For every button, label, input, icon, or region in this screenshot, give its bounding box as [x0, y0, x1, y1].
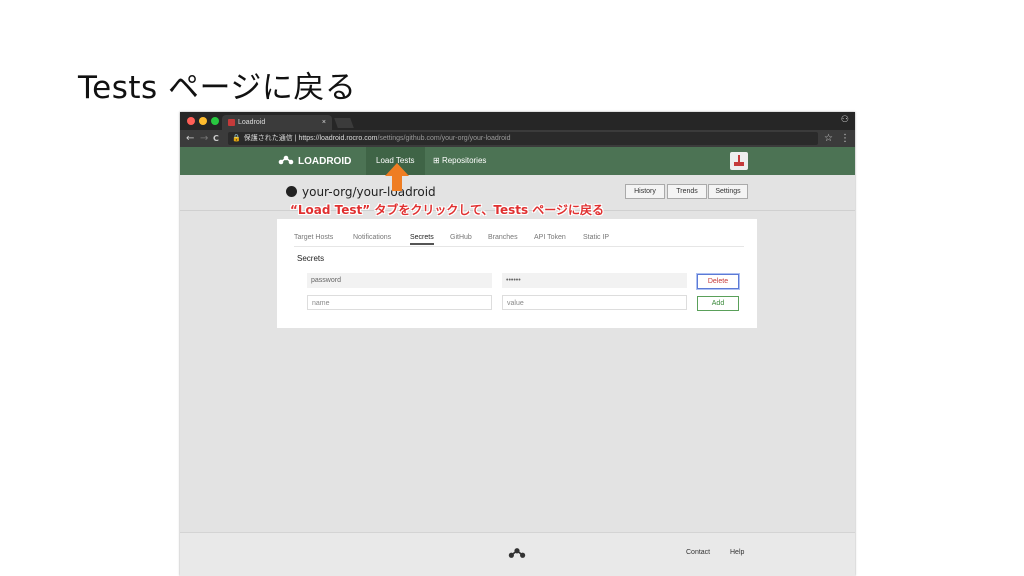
url-host: https://loadroid.rocro.com: [298, 135, 378, 142]
footer-help-link[interactable]: Help: [730, 549, 744, 556]
footer-contact-link[interactable]: Contact: [686, 549, 710, 556]
nav-repositories-label: Repositories: [441, 156, 487, 165]
settings-tabs: Target Hosts Notifications Secrets GitHu…: [294, 234, 744, 247]
annotation-arrow-icon: [385, 163, 409, 191]
github-icon: [286, 186, 297, 197]
browser-titlebar: Loadroid × ⚇: [180, 112, 855, 130]
settings-button[interactable]: Settings: [708, 184, 748, 199]
tab-close-icon[interactable]: ×: [322, 115, 326, 130]
settings-panel: Target Hosts Notifications Secrets GitHu…: [277, 219, 757, 328]
url-separator: |: [294, 135, 297, 142]
new-tab-button[interactable]: [334, 118, 354, 128]
app-navbar: LOADROID Load Tests ⊞ Repositories: [180, 147, 855, 175]
url-path: /settings/github.com/your-org/your-loadr…: [377, 135, 511, 142]
address-toolbar: ← → C 🔒 保護された通信 | https://loadroid.rocro.…: [180, 130, 855, 147]
delete-secret-button[interactable]: Delete: [697, 274, 739, 289]
tab-github[interactable]: GitHub: [450, 234, 472, 241]
avatar-stem: [738, 155, 740, 162]
slide-title: Tests ページに戻る: [78, 70, 357, 106]
browser-window: Loadroid × ⚇ ← → C 🔒 保護された通信 | https://lo…: [180, 112, 855, 576]
repositories-icon: ⊞: [433, 156, 440, 165]
nav-repositories[interactable]: ⊞ Repositories: [433, 147, 486, 175]
brand-name: LOADROID: [298, 156, 352, 167]
loadroid-logo-icon: [278, 155, 294, 165]
trends-button[interactable]: Trends: [667, 184, 707, 199]
loadroid-logo[interactable]: LOADROID: [278, 155, 351, 167]
incognito-icon: ⚇: [840, 115, 849, 125]
new-secret-value-input[interactable]: value: [502, 295, 687, 310]
new-secret-name-input[interactable]: name: [307, 295, 492, 310]
user-avatar-icon[interactable]: [730, 152, 748, 170]
repo-name: your-org/your-loadroid: [302, 185, 436, 199]
security-label: 保護された通信: [243, 135, 293, 142]
annotation-text: “Load Test” タブをクリックして、Tests ページに戻る: [290, 203, 605, 217]
app-footer: Contact Help: [180, 532, 855, 576]
loadroid-favicon-icon: [228, 119, 235, 126]
close-window-icon[interactable]: [187, 117, 195, 125]
tab-static-ip[interactable]: Static IP: [583, 234, 609, 241]
repo-title: your-org/your-loadroid: [286, 185, 436, 199]
back-icon[interactable]: ←: [186, 132, 194, 145]
footer-logo-icon: [508, 548, 526, 558]
tab-secrets[interactable]: Secrets: [410, 234, 434, 245]
tab-notifications[interactable]: Notifications: [353, 234, 391, 241]
browser-tab-title: Loadroid: [238, 119, 266, 126]
add-secret-button[interactable]: Add: [697, 296, 739, 311]
maximize-window-icon[interactable]: [211, 117, 219, 125]
lock-icon: 🔒: [232, 135, 241, 142]
tab-api-token[interactable]: API Token: [534, 234, 566, 241]
avatar-bar: [734, 162, 744, 166]
secret-value-field[interactable]: ••••••: [502, 273, 687, 288]
browser-tab[interactable]: Loadroid ×: [222, 115, 332, 130]
address-bar[interactable]: 🔒 保護された通信 | https://loadroid.rocro.com/se…: [228, 132, 818, 145]
history-button[interactable]: History: [625, 184, 665, 199]
reload-icon[interactable]: C: [213, 132, 219, 145]
forward-icon[interactable]: →: [200, 132, 208, 145]
tab-branches[interactable]: Branches: [488, 234, 518, 241]
browser-menu-icon[interactable]: ⋮: [840, 132, 850, 145]
secrets-section-title: Secrets: [297, 254, 325, 263]
minimize-window-icon[interactable]: [199, 117, 207, 125]
tab-target-hosts[interactable]: Target Hosts: [294, 234, 333, 241]
secret-name-field[interactable]: password: [307, 273, 492, 288]
bookmark-star-icon[interactable]: ☆: [824, 132, 833, 145]
